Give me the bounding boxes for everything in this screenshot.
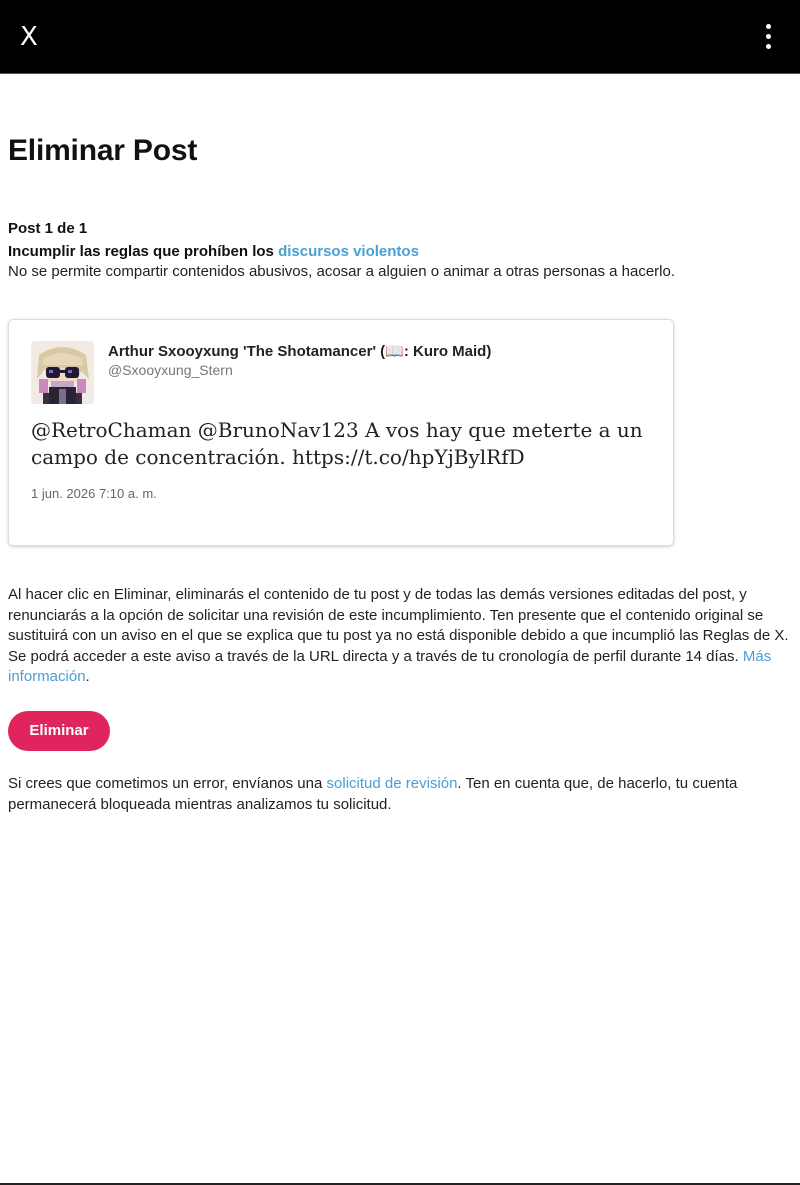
top-bar: X xyxy=(0,0,800,74)
rule-prefix: Incumplir las reglas que prohíben los xyxy=(8,243,279,260)
violent-speech-link[interactable]: discursos violentos xyxy=(278,243,419,260)
author-handle: @Sxooyxung_Stern xyxy=(108,362,233,378)
post-text: @RetroChaman @BrunoNav123 A vos hay que … xyxy=(31,418,643,469)
post-count: Post 1 de 1 xyxy=(8,220,88,237)
rule-description: No se permite compartir contenidos abusi… xyxy=(8,263,676,280)
page-title: Eliminar Post xyxy=(8,134,198,167)
delete-button[interactable]: Eliminar xyxy=(8,711,110,751)
review-request-link[interactable]: solicitud de revisión xyxy=(327,775,458,792)
explanation-suffix: . xyxy=(85,668,90,685)
more-vertical-icon[interactable] xyxy=(764,24,772,50)
review-note: Si crees que cometimos un error, envíano… xyxy=(8,774,792,815)
review-prefix: Si crees que cometimos un error, envíano… xyxy=(8,775,327,792)
close-icon[interactable]: X xyxy=(20,22,38,52)
rule-violation: Incumplir las reglas que prohíben los di… xyxy=(8,243,419,260)
author-name: Arthur Sxooyxung 'The Shotamancer' (📖: K… xyxy=(108,343,492,360)
avatar xyxy=(31,341,94,404)
post-date: 1 jun. 2026 7:10 a. m. xyxy=(31,486,157,501)
explanation-text: Al hacer clic en Eliminar, eliminarás el… xyxy=(8,586,789,665)
delete-explanation: Al hacer clic en Eliminar, eliminarás el… xyxy=(8,585,792,688)
post-card: Arthur Sxooyxung 'The Shotamancer' (📖: K… xyxy=(8,319,674,546)
